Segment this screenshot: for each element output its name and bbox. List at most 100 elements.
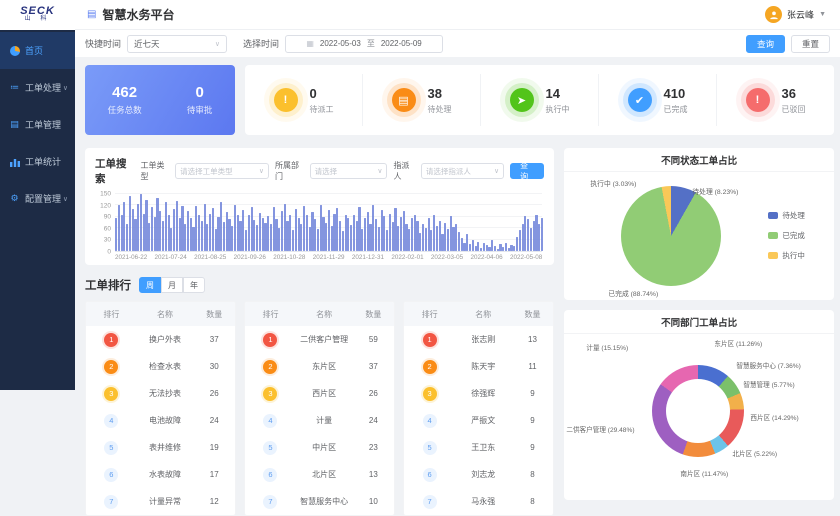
- bar: [425, 228, 427, 251]
- bar: [491, 240, 493, 251]
- y-tick-label: 0: [107, 249, 111, 256]
- gear-icon: ⚙: [9, 193, 20, 204]
- tab-year[interactable]: 年: [183, 277, 205, 293]
- rank-name: 无法抄表: [137, 388, 194, 399]
- column-header: 名称: [455, 309, 512, 320]
- avatar[interactable]: [765, 6, 782, 23]
- gridline: [115, 193, 542, 194]
- donut-label: 智慧管理 (5.77%): [743, 379, 794, 389]
- sidebar-item-label: 工单处理: [25, 81, 61, 94]
- bar: [212, 208, 214, 251]
- tab-month[interactable]: 月: [161, 277, 183, 293]
- rank-name: 二供客户管理: [296, 334, 353, 345]
- pending-approval-value: 0: [187, 84, 213, 101]
- bar: [118, 205, 120, 251]
- rank-name: 东片区: [296, 361, 353, 372]
- pie-legend: 待处理 已完成 执行中: [768, 210, 805, 261]
- pie-label-pending: 待处理 (8.23%): [692, 186, 738, 196]
- rank-name: 张志刚: [455, 334, 512, 345]
- chevron-down-icon: ∨: [63, 84, 68, 92]
- rank-qty: 10: [352, 497, 394, 506]
- column-header: 排行: [404, 309, 455, 320]
- legend-label: 待处理: [782, 210, 805, 221]
- y-tick-label: 150: [100, 191, 111, 198]
- work-order-search-panel: 工单搜索 工单类型 请选择工单类型 ∨ 所属部门 请选择 ∨ 指派人: [85, 148, 554, 265]
- summary-row: 462 任务总数 0 待审批 ! 0 待派工 ▤ 38 待处理: [85, 65, 834, 135]
- pending-approval-label: 待审批: [187, 104, 213, 116]
- bar: [314, 219, 316, 251]
- pie-label-completed: 已完成 (88.74%): [608, 288, 658, 298]
- sidebar-item-home[interactable]: 首页: [0, 32, 75, 69]
- rank-name: 计量异常: [137, 496, 194, 507]
- ranking-section: 工单排行 周 月 年 排行名称数量1换户外表372检查水表303无法抄表264电…: [85, 277, 554, 516]
- rank-qty: 26: [352, 389, 394, 398]
- sidebar-item-work-order-management[interactable]: ▤ 工单管理: [0, 106, 75, 143]
- reset-button[interactable]: 重置: [791, 35, 830, 53]
- rank-qty: 30: [193, 362, 235, 371]
- rank-qty: 37: [193, 335, 235, 344]
- sidebar-item-config-management[interactable]: ⚙ 配置管理 ∨: [0, 180, 75, 217]
- bar: [256, 225, 258, 251]
- top-header: SECK 山 科 ▤ 智慧水务平台 张云峰 ▼: [0, 0, 840, 30]
- x-tick-label: 2021-11-29: [313, 254, 345, 261]
- assignee-select[interactable]: 请选择指派人 ∨: [421, 163, 504, 179]
- tab-week[interactable]: 周: [139, 277, 161, 293]
- table-header: 排行名称数量: [404, 302, 553, 326]
- search-panel-title: 工单搜索: [95, 156, 133, 186]
- status-item-completed: ✔ 410 已完成: [599, 74, 717, 126]
- status-pie-panel: 不同状态工单占比 执行中 (3.03%) 待处理 (8.23%) 已完成 (88…: [564, 148, 834, 300]
- bar: [129, 196, 131, 251]
- bar: [350, 225, 352, 251]
- rank-name: 西片区: [296, 388, 353, 399]
- bar: [281, 211, 283, 251]
- bar: [541, 218, 543, 251]
- chevron-down-icon: ∨: [215, 40, 220, 48]
- donut-label: 计量 (15.15%): [586, 342, 628, 352]
- table-row: 1张志刚13: [404, 326, 553, 353]
- bar-plot: [115, 194, 542, 252]
- search-button[interactable]: 查询: [746, 35, 785, 53]
- department-select[interactable]: 请选择 ∨: [310, 163, 388, 179]
- quick-time-select[interactable]: 近七天 ∨: [127, 35, 227, 53]
- chevron-down-icon[interactable]: ▼: [819, 11, 826, 18]
- x-tick-label: 2022-02-01: [391, 254, 423, 261]
- bar: [173, 209, 175, 251]
- sidebar: 首页 ≔ 工单处理 ∨ ▤ 工单管理 工单统计 ⚙ 配置管理 ∨: [0, 30, 75, 390]
- bar: [389, 214, 391, 251]
- legend-swatch: [768, 212, 778, 219]
- filter-bar: 快捷时间 近七天 ∨ 选择时间 ▦ 2022-05-03 至 2022-05-0…: [75, 30, 840, 57]
- bar: [267, 216, 269, 251]
- logo: SECK 山 科: [0, 0, 75, 30]
- status-card: ! 0 待派工 ▤ 38 待处理 ➤ 14 执行中 ✔ 410 已完成: [245, 65, 834, 135]
- status-item-executing: ➤ 14 执行中: [481, 74, 599, 126]
- work-order-type-select[interactable]: 请选择工单类型 ∨: [175, 163, 269, 179]
- date-separator: 至: [367, 38, 375, 49]
- filter-label: 所属部门: [275, 160, 304, 182]
- table-row: 7计量异常12: [86, 488, 235, 515]
- rank-qty: 24: [193, 416, 235, 425]
- bar: [234, 205, 236, 251]
- panel-search-button[interactable]: 查询: [510, 163, 544, 179]
- status-value: 410: [664, 86, 688, 101]
- rank-name: 中片区: [296, 442, 353, 453]
- table-row: 5中片区23: [245, 434, 394, 461]
- bar: [303, 206, 305, 251]
- y-tick-label: 60: [104, 225, 111, 232]
- sidebar-item-work-order-processing[interactable]: ≔ 工单处理 ∨: [0, 69, 75, 106]
- bar: [530, 228, 532, 251]
- bar: [436, 226, 438, 251]
- date-range-picker[interactable]: ▦ 2022-05-03 至 2022-05-09: [285, 35, 443, 53]
- bar: [472, 240, 474, 251]
- bar: [220, 202, 222, 251]
- collapse-menu-icon[interactable]: ▤: [87, 9, 96, 20]
- rank-qty: 23: [352, 443, 394, 452]
- task-total-card: 462 任务总数 0 待审批: [85, 65, 235, 135]
- table-header: 排行名称数量: [86, 302, 235, 326]
- sidebar-item-work-order-statistics[interactable]: 工单统计: [0, 143, 75, 180]
- x-tick-label: 2021-09-26: [234, 254, 266, 261]
- column-header: 数量: [193, 309, 235, 320]
- user-name[interactable]: 张云峰: [787, 8, 814, 21]
- bar: [353, 215, 355, 251]
- rank-qty: 9: [512, 416, 554, 425]
- sidebar-item-label: 工单管理: [25, 118, 61, 131]
